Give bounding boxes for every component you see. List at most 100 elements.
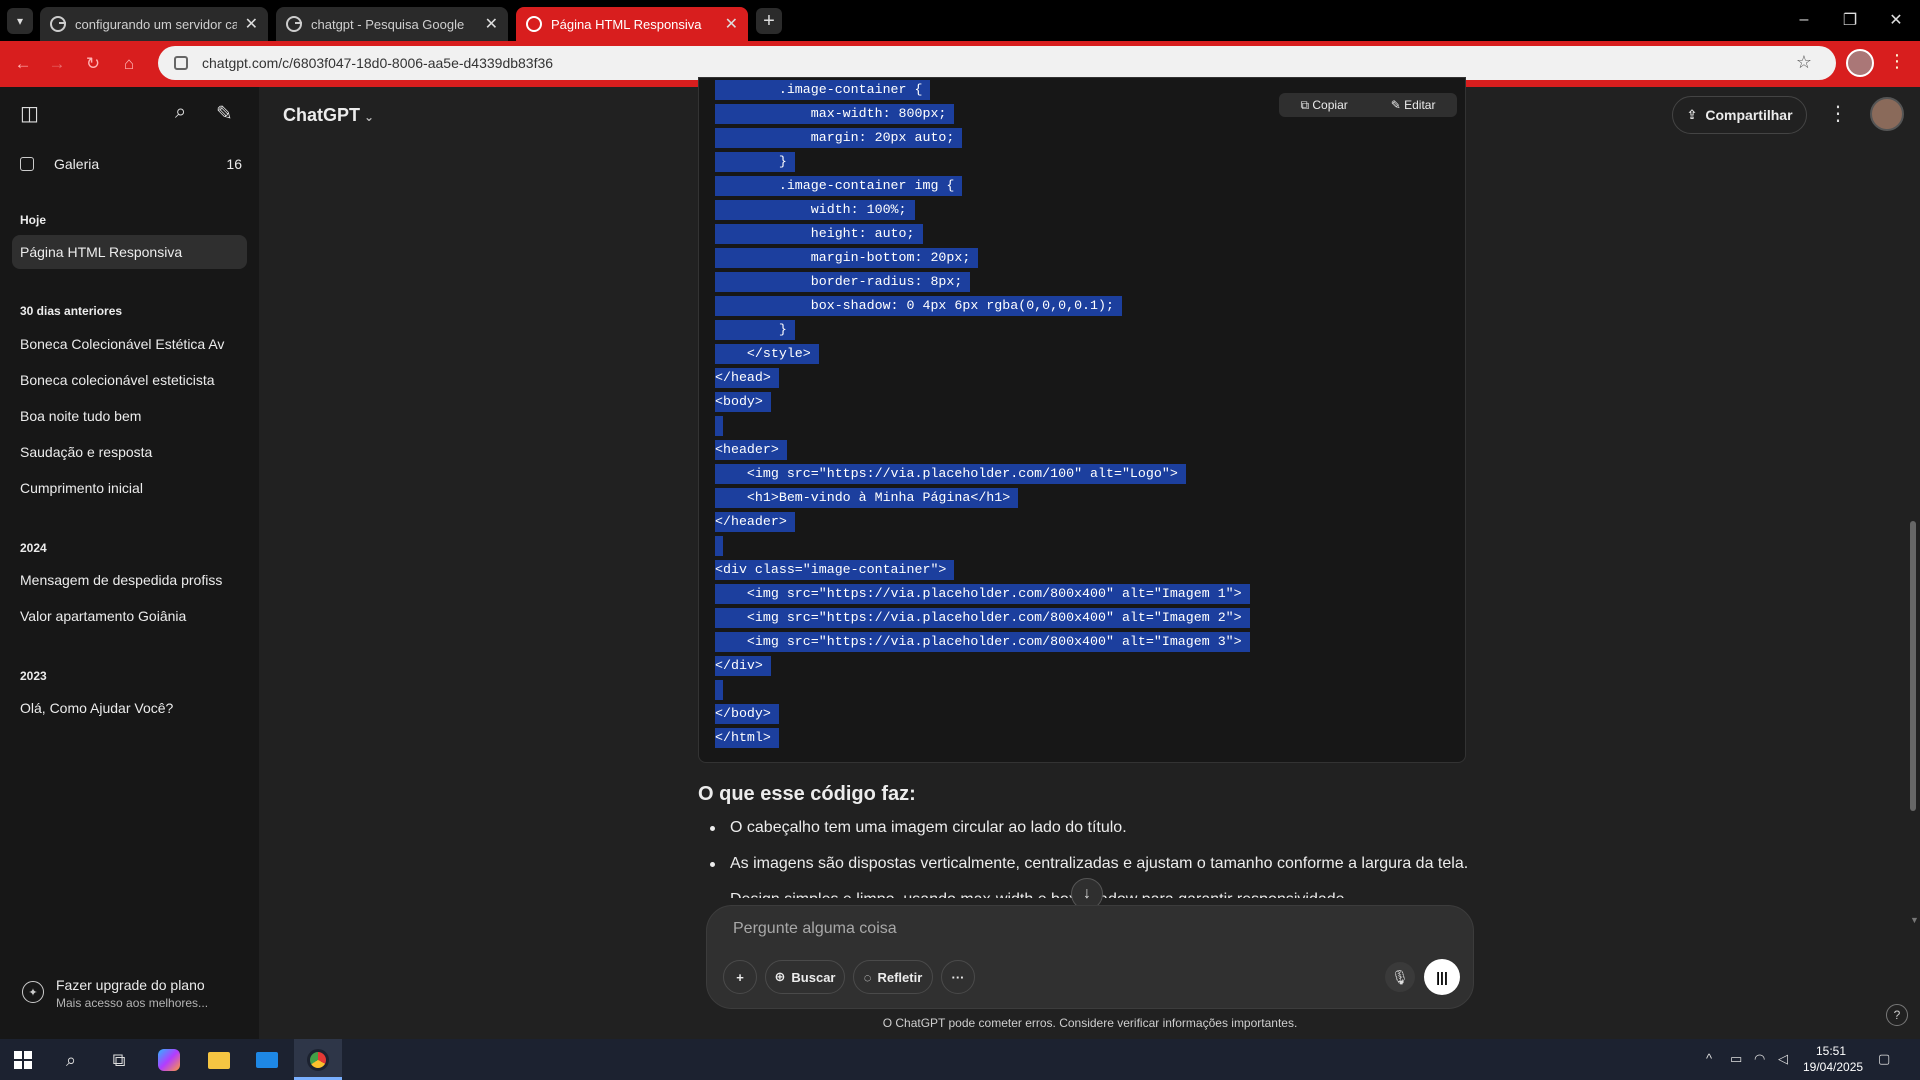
- system-clock[interactable]: 15:51 19/04/2025: [1803, 1043, 1863, 1075]
- close-tab-icon[interactable]: ✕: [245, 14, 258, 34]
- code-line: .image-container {: [715, 78, 1250, 102]
- task-view-icon[interactable]: ⧉: [104, 1045, 134, 1075]
- copy-code-button[interactable]: ⧉ Copiar: [1300, 98, 1347, 113]
- answer-heading: O que esse código faz:: [698, 783, 916, 805]
- sidebar-chat-item[interactable]: Boneca colecionável esteticista: [12, 363, 247, 397]
- upgrade-plan-button[interactable]: ✦ Fazer upgrade do plano Mais acesso aos…: [20, 975, 250, 1015]
- code-line-text: </head>: [715, 368, 779, 388]
- browser-tab-1[interactable]: configurando um servidor case ✕: [40, 7, 268, 41]
- user-avatar[interactable]: [1870, 97, 1904, 131]
- sidebar-item-gallery[interactable]: Galeria 16: [20, 149, 242, 179]
- close-window-icon[interactable]: ✕: [1881, 8, 1911, 32]
- notifications-icon[interactable]: ▢: [1878, 1051, 1890, 1067]
- model-selector[interactable]: ChatGPT ⌄: [283, 105, 374, 126]
- copilot-icon[interactable]: [154, 1045, 184, 1075]
- reload-icon[interactable]: ↻: [80, 51, 106, 77]
- clock-time: 15:51: [1815, 1044, 1847, 1058]
- add-attachment-button[interactable]: +: [723, 960, 757, 994]
- code-line-text: <h1>Bem-vindo à Minha Página</h1>: [715, 488, 1019, 508]
- mail-icon[interactable]: [252, 1045, 282, 1075]
- sidebar-chat-item-active[interactable]: Página HTML Responsiva: [12, 235, 247, 269]
- code-line: margin-bottom: 20px;: [715, 246, 1250, 270]
- code-line: </html>: [715, 726, 1250, 750]
- prompt-input[interactable]: Pergunte alguma coisa: [733, 920, 897, 938]
- browser-menu-icon[interactable]: ⋮: [1888, 51, 1906, 72]
- scrollbar-thumb[interactable]: [1910, 521, 1916, 811]
- share-button[interactable]: ⇪ Compartilhar: [1672, 96, 1807, 134]
- code-line-text: </html>: [715, 728, 779, 748]
- code-line: </style>: [715, 342, 1250, 366]
- close-tab-icon[interactable]: ✕: [485, 14, 498, 34]
- search-icon[interactable]: ⌕: [175, 101, 186, 124]
- file-explorer-icon[interactable]: [204, 1045, 234, 1075]
- gallery-icon: [20, 157, 34, 171]
- code-line-text: }: [715, 320, 795, 340]
- sidebar-chat-item[interactable]: Saudação e resposta: [12, 435, 247, 469]
- code-line-text: [715, 536, 723, 556]
- sidebar-chat-item[interactable]: Mensagem de despedida profiss: [12, 563, 247, 597]
- back-arrow-icon[interactable]: ←: [10, 51, 36, 77]
- voice-mode-icon[interactable]: |||: [1424, 959, 1460, 995]
- code-line-text: margin: 20px auto;: [715, 128, 963, 148]
- code-line: max-width: 800px;: [715, 102, 1250, 126]
- help-icon[interactable]: ?: [1886, 1004, 1908, 1026]
- code-line-text: <body>: [715, 392, 771, 412]
- forward-arrow-icon[interactable]: →: [44, 51, 70, 77]
- browser-profile-avatar[interactable]: [1846, 49, 1874, 77]
- upgrade-icon: ✦: [22, 981, 44, 1003]
- windows-taskbar: ⌕ ⧉ ^ ▭ ◠ ◁ 15:51 19/04/2025 ▢: [0, 1039, 1920, 1080]
- show-hidden-icons-chevron-icon[interactable]: ^: [1706, 1051, 1712, 1066]
- google-favicon-icon: [50, 16, 66, 32]
- search-icon[interactable]: ⌕: [56, 1045, 86, 1075]
- sidebar-chat-item[interactable]: Boneca Colecionável Estética Av: [12, 327, 247, 361]
- windows-start-icon[interactable]: [8, 1045, 38, 1075]
- site-info-icon[interactable]: [174, 56, 188, 70]
- code-line: border-radius: 8px;: [715, 270, 1250, 294]
- scroll-down-arrow-icon[interactable]: ▼: [1910, 915, 1919, 925]
- code-lines[interactable]: .image-container { max-width: 800px; mar…: [715, 78, 1250, 750]
- sidebar-chat-item[interactable]: Valor apartamento Goiânia: [12, 599, 247, 633]
- code-line-text: width: 100%;: [715, 200, 915, 220]
- address-bar[interactable]: chatgpt.com/c/6803f047-18d0-8006-aa5e-d4…: [158, 46, 1836, 80]
- think-button[interactable]: ◌ Refletir: [853, 960, 933, 994]
- gallery-count: 16: [226, 156, 242, 172]
- new-chat-icon[interactable]: ✎: [216, 101, 233, 126]
- new-tab-button[interactable]: +: [756, 8, 782, 34]
- sidebar-toggle-icon[interactable]: ◫: [20, 101, 39, 126]
- microphone-icon[interactable]: 🎙: [1385, 962, 1415, 992]
- bookmark-star-icon[interactable]: ☆: [1796, 52, 1812, 73]
- disclaimer-text: O ChatGPT pode cometer erros. Considere …: [882, 1016, 1298, 1030]
- edit-code-button[interactable]: ✎ Editar: [1391, 98, 1436, 112]
- code-line-text: <header>: [715, 440, 787, 460]
- volume-icon[interactable]: ◁: [1778, 1051, 1788, 1067]
- search-label: Buscar: [791, 969, 836, 985]
- list-item: O cabeçalho tem uma imagem circular ao l…: [698, 816, 1478, 852]
- search-button[interactable]: ⊕ Buscar: [765, 960, 845, 994]
- more-tools-button[interactable]: ···: [941, 960, 975, 994]
- sidebar-chat-item[interactable]: Cumprimento inicial: [12, 471, 247, 505]
- code-line: <header>: [715, 438, 1250, 462]
- chrome-icon[interactable]: [303, 1045, 333, 1075]
- restore-icon[interactable]: ❐: [1835, 8, 1865, 32]
- code-line: }: [715, 318, 1250, 342]
- sidebar-chat-item[interactable]: Olá, Como Ajudar Você?: [12, 691, 247, 725]
- sidebar-chat-item[interactable]: Boa noite tudo bem: [12, 399, 247, 433]
- message-composer[interactable]: Pergunte alguma coisa + ⊕ Buscar ◌ Refle…: [706, 905, 1474, 1009]
- wifi-icon[interactable]: ◠: [1754, 1051, 1765, 1067]
- browser-tab-2[interactable]: chatgpt - Pesquisa Google ✕: [276, 7, 508, 41]
- home-icon[interactable]: ⌂: [116, 51, 142, 77]
- code-line: <img src="https://via.placeholder.com/80…: [715, 630, 1250, 654]
- code-actions: ⧉ Copiar ✎ Editar: [1279, 93, 1457, 117]
- code-line-text: .image-container {: [715, 80, 931, 100]
- conversation-options-icon[interactable]: ⋮: [1828, 101, 1848, 126]
- sidebar: ◫ ⌕ ✎ Galeria 16 Hoje Página HTML Respon…: [0, 87, 259, 1039]
- code-block[interactable]: .image-container { max-width: 800px; mar…: [698, 77, 1466, 763]
- battery-icon[interactable]: ▭: [1730, 1051, 1742, 1067]
- code-line: <img src="https://via.placeholder.com/80…: [715, 606, 1250, 630]
- browser-tab-3-active[interactable]: Página HTML Responsiva ✕: [516, 7, 748, 41]
- tab-search-chevron-icon[interactable]: ▾: [7, 8, 33, 34]
- close-tab-icon[interactable]: ✕: [725, 14, 738, 34]
- minimize-icon[interactable]: –: [1789, 8, 1819, 32]
- code-line: <h1>Bem-vindo à Minha Página</h1>: [715, 486, 1250, 510]
- code-line: margin: 20px auto;: [715, 126, 1250, 150]
